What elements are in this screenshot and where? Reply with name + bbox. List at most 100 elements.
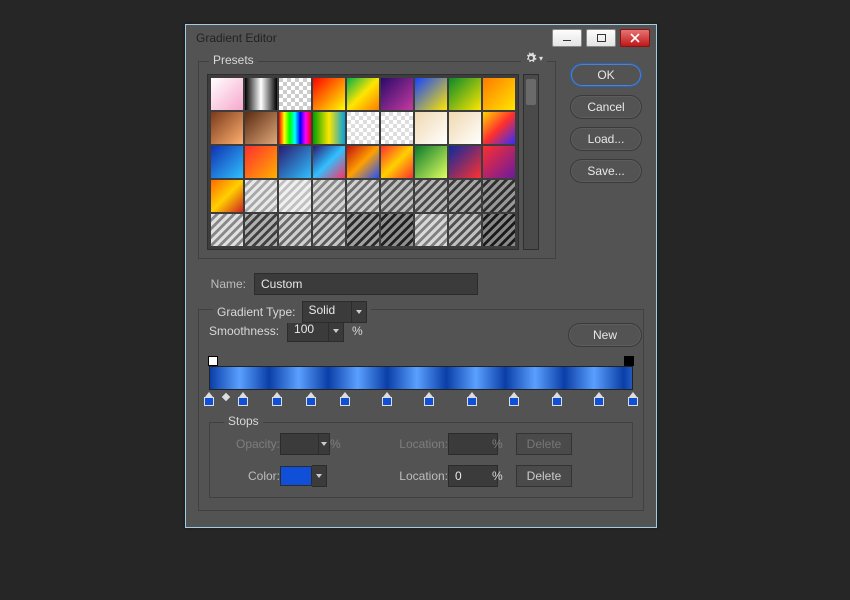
preset-swatch[interactable] bbox=[449, 112, 481, 144]
preset-swatch[interactable] bbox=[347, 214, 379, 246]
preset-swatch[interactable] bbox=[483, 112, 515, 144]
preset-swatch[interactable] bbox=[313, 214, 345, 246]
close-button[interactable] bbox=[620, 29, 650, 47]
presets-scrollbar[interactable] bbox=[523, 74, 539, 250]
presets-menu-button[interactable]: ▾ bbox=[521, 52, 547, 64]
gradient-editor-dialog: Gradient Editor OK Cancel Load... Save..… bbox=[185, 24, 657, 528]
color-stop[interactable] bbox=[467, 392, 477, 406]
load-button[interactable]: Load... bbox=[570, 127, 642, 151]
preset-swatch[interactable] bbox=[279, 78, 311, 110]
smoothness-input[interactable]: 100 bbox=[287, 320, 344, 342]
color-stop[interactable] bbox=[552, 392, 562, 406]
window-controls bbox=[552, 29, 650, 47]
color-stop[interactable] bbox=[424, 392, 434, 406]
preset-swatch[interactable] bbox=[211, 112, 243, 144]
name-label: Name: bbox=[198, 277, 246, 291]
color-stop[interactable] bbox=[306, 392, 316, 406]
preset-swatch[interactable] bbox=[245, 180, 277, 212]
preset-swatch[interactable] bbox=[415, 78, 447, 110]
gradient-type-select[interactable]: Solid bbox=[302, 301, 367, 323]
minimize-button[interactable] bbox=[552, 29, 582, 47]
preset-swatch[interactable] bbox=[483, 214, 515, 246]
titlebar[interactable]: Gradient Editor bbox=[186, 25, 656, 51]
op-location-input bbox=[448, 433, 498, 455]
color-stop[interactable] bbox=[204, 392, 214, 406]
preset-swatch[interactable] bbox=[449, 180, 481, 212]
ok-button[interactable]: OK bbox=[570, 63, 642, 87]
preset-swatch[interactable] bbox=[279, 180, 311, 212]
preset-swatch[interactable] bbox=[245, 214, 277, 246]
preset-swatch[interactable] bbox=[245, 78, 277, 110]
preset-swatch[interactable] bbox=[211, 180, 243, 212]
preset-swatch[interactable] bbox=[245, 146, 277, 178]
preset-swatch[interactable] bbox=[381, 214, 413, 246]
chevron-down-icon bbox=[329, 320, 344, 342]
color-stop[interactable] bbox=[628, 392, 638, 406]
preset-swatch[interactable] bbox=[211, 78, 243, 110]
save-button[interactable]: Save... bbox=[570, 159, 642, 183]
scrollbar-thumb[interactable] bbox=[526, 79, 536, 105]
color-stop[interactable] bbox=[594, 392, 604, 406]
dialog-title: Gradient Editor bbox=[196, 31, 552, 45]
gear-icon bbox=[525, 52, 537, 64]
preset-swatch[interactable] bbox=[483, 78, 515, 110]
maximize-button[interactable] bbox=[586, 29, 616, 47]
preset-swatch[interactable] bbox=[381, 112, 413, 144]
cancel-button[interactable]: Cancel bbox=[570, 95, 642, 119]
preset-swatch[interactable] bbox=[415, 112, 447, 144]
color-stop[interactable] bbox=[382, 392, 392, 406]
smoothness-label: Smoothness: bbox=[209, 324, 279, 338]
preset-swatch[interactable] bbox=[211, 214, 243, 246]
preset-swatch[interactable] bbox=[449, 78, 481, 110]
preset-swatch[interactable] bbox=[279, 112, 311, 144]
color-swatch[interactable] bbox=[280, 466, 312, 486]
preset-swatch[interactable] bbox=[313, 146, 345, 178]
name-input[interactable] bbox=[254, 273, 478, 295]
color-stop[interactable] bbox=[340, 392, 350, 406]
preset-swatch[interactable] bbox=[347, 146, 379, 178]
color-stop-track[interactable] bbox=[209, 392, 633, 408]
chevron-down-icon bbox=[352, 301, 367, 323]
preset-swatch[interactable] bbox=[313, 180, 345, 212]
stops-fieldset: Stops Opacity: % Location: % Delete Colo… bbox=[209, 422, 633, 498]
gradient-type-label: Gradient Type: bbox=[217, 305, 296, 319]
preset-swatch[interactable] bbox=[313, 78, 345, 110]
preset-swatch[interactable] bbox=[279, 214, 311, 246]
preset-swatch[interactable] bbox=[381, 180, 413, 212]
preset-swatch[interactable] bbox=[313, 112, 345, 144]
preset-swatch[interactable] bbox=[245, 112, 277, 144]
color-stop[interactable] bbox=[272, 392, 282, 406]
preset-swatch[interactable] bbox=[381, 78, 413, 110]
preset-swatch[interactable] bbox=[415, 214, 447, 246]
preset-swatch[interactable] bbox=[279, 146, 311, 178]
preset-swatch[interactable] bbox=[381, 146, 413, 178]
preset-swatch[interactable] bbox=[449, 146, 481, 178]
opacity-stop[interactable] bbox=[208, 356, 218, 366]
preset-swatch[interactable] bbox=[449, 214, 481, 246]
close-icon bbox=[630, 33, 640, 43]
color-location-input[interactable] bbox=[448, 465, 498, 487]
midpoint-marker[interactable] bbox=[222, 393, 230, 401]
presets-fieldset: Presets ▾ bbox=[198, 61, 556, 259]
preset-swatch[interactable] bbox=[415, 146, 447, 178]
preset-swatch[interactable] bbox=[483, 146, 515, 178]
preset-swatch[interactable] bbox=[415, 180, 447, 212]
presets-label: Presets bbox=[209, 53, 258, 67]
opacity-stop[interactable] bbox=[624, 356, 634, 366]
opacity-stop-track[interactable] bbox=[209, 356, 633, 366]
percent-label: % bbox=[352, 324, 363, 338]
color-well[interactable] bbox=[280, 465, 330, 487]
preset-swatch[interactable] bbox=[211, 146, 243, 178]
preset-swatch[interactable] bbox=[483, 180, 515, 212]
color-label: Color: bbox=[220, 469, 280, 483]
color-delete-button[interactable]: Delete bbox=[516, 465, 572, 487]
preset-swatch[interactable] bbox=[347, 78, 379, 110]
gradient-bar[interactable] bbox=[209, 366, 633, 390]
opacity-input bbox=[280, 433, 330, 455]
presets-grid[interactable] bbox=[207, 74, 519, 250]
op-location-label: Location: bbox=[388, 437, 448, 451]
preset-swatch[interactable] bbox=[347, 180, 379, 212]
color-stop[interactable] bbox=[509, 392, 519, 406]
color-stop[interactable] bbox=[238, 392, 248, 406]
preset-swatch[interactable] bbox=[347, 112, 379, 144]
